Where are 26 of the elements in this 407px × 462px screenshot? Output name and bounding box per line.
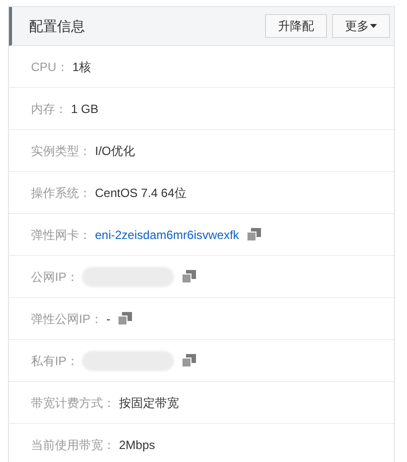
field-label: 当前使用带宽： [31, 436, 115, 454]
caret-icon [370, 24, 377, 28]
header-button[interactable]: 更多 [332, 14, 390, 38]
field-value: 2Mbps [119, 436, 156, 454]
field-value: I/O优化 [95, 142, 136, 160]
copy-icon[interactable] [182, 354, 196, 367]
network-card-link[interactable]: eni-2zeisdam6mr6isvwexfk [95, 226, 240, 244]
field-label: 弹性公网IP： [31, 310, 102, 328]
copy-icon[interactable] [118, 312, 132, 325]
field-label: 私有IP： [31, 352, 78, 370]
field-label: 内存： [31, 100, 67, 118]
field-label: 操作系统： [31, 184, 91, 202]
field-value: - [106, 310, 110, 328]
panel-title: 配置信息 [29, 16, 86, 36]
field-label: 弹性网卡： [31, 226, 91, 244]
header-button[interactable]: 升降配 [265, 14, 327, 38]
field-value: 1核 [72, 58, 92, 76]
field-label: CPU： [31, 58, 68, 76]
field-label: 带宽计费方式： [31, 394, 115, 412]
copy-icon[interactable] [247, 228, 262, 241]
field-label: 实例类型： [31, 142, 91, 160]
field-value: 1 GB [71, 100, 98, 118]
field-label: 公网IP： [31, 268, 78, 286]
copy-icon[interactable] [182, 270, 196, 283]
field-value: 按固定带宽 [119, 394, 179, 412]
field-value: CentOS 7.4 64位 [95, 184, 186, 202]
